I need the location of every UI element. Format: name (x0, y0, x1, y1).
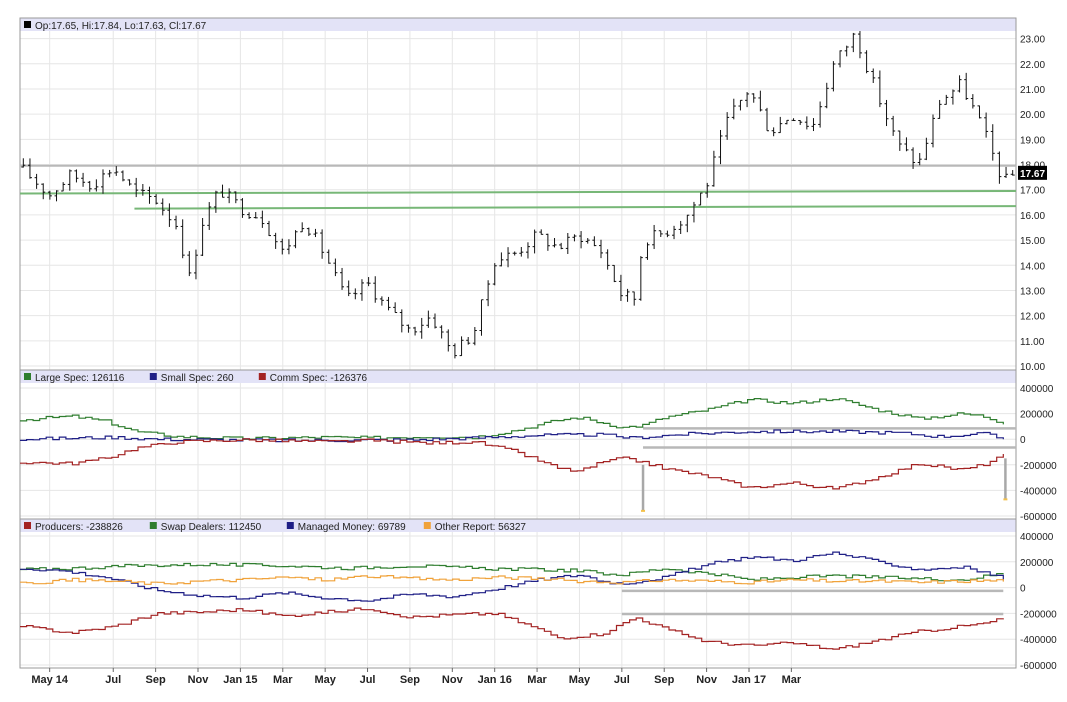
y-tick-label: 21.00 (1020, 85, 1045, 96)
x-tick-label: Mar (527, 674, 547, 686)
y-tick-label: 0 (1020, 435, 1026, 446)
y-tick-label: 16.00 (1020, 211, 1045, 222)
legend-swatch (286, 522, 294, 529)
x-tick-label: Sep (400, 674, 420, 686)
y-tick-label: -600000 (1020, 661, 1057, 672)
chart-background (0, 0, 1067, 697)
x-tick-label: Jul (614, 674, 630, 686)
y-tick-label: -200000 (1020, 461, 1057, 472)
y-tick-label: 200000 (1020, 410, 1054, 421)
x-tick-label: May (314, 674, 336, 686)
legend-swatch (423, 522, 431, 529)
y-tick-label: 13.00 (1020, 286, 1045, 297)
x-tick-label: Jul (105, 674, 121, 686)
y-tick-label: -400000 (1020, 486, 1057, 497)
chart-container: 23.0022.0021.0020.0019.0018.0017.0016.00… (0, 0, 1067, 697)
x-tick-label: Jul (360, 674, 376, 686)
y-tick-label: 400000 (1020, 384, 1054, 395)
x-tick-label: Mar (782, 674, 802, 686)
x-tick-label: Nov (696, 674, 718, 686)
price-header-swatch (24, 21, 31, 28)
y-tick-label: -400000 (1020, 635, 1057, 646)
cot-chart: 23.0022.0021.0020.0019.0018.0017.0016.00… (0, 0, 1067, 697)
y-tick-label: -600000 (1020, 512, 1057, 523)
y-tick-label: 0 (1020, 584, 1026, 595)
y-tick-label: 17.00 (1020, 186, 1045, 197)
y-tick-label: -200000 (1020, 609, 1057, 620)
y-tick-label: 22.00 (1020, 60, 1045, 71)
y-tick-label: 20.00 (1020, 110, 1045, 121)
legend-label: Managed Money: 69789 (298, 522, 406, 533)
x-tick-label: Jan 15 (223, 674, 257, 686)
y-tick-label: 10.00 (1020, 362, 1045, 373)
x-tick-label: Sep (146, 674, 166, 686)
last-value-label: 17.67 (1020, 169, 1045, 180)
legend-label: Other Report: 56327 (435, 522, 527, 533)
legend-swatch (258, 373, 266, 380)
y-tick-label: 11.00 (1020, 337, 1045, 348)
legend-label: Producers: -238826 (35, 522, 123, 533)
x-tick-label: Mar (273, 674, 293, 686)
y-tick-label: 14.00 (1020, 261, 1045, 272)
y-tick-label: 15.00 (1020, 236, 1045, 247)
legend-label: Comm Spec: -126376 (270, 373, 368, 384)
price-header-text: Op:17.65, Hi:17.84, Lo:17.63, Cl:17.67 (35, 21, 207, 32)
x-tick-label: May 14 (31, 674, 69, 686)
y-tick-label: 23.00 (1020, 35, 1045, 46)
x-tick-label: May (569, 674, 591, 686)
y-tick-label: 400000 (1020, 532, 1054, 543)
x-tick-label: Sep (654, 674, 674, 686)
legend-label: Swap Dealers: 112450 (161, 522, 262, 533)
legend-swatch (149, 373, 157, 380)
legend-swatch (149, 522, 157, 529)
x-tick-label: Jan 17 (732, 674, 766, 686)
legend-label: Large Spec: 126116 (35, 373, 125, 384)
y-tick-label: 200000 (1020, 558, 1054, 569)
x-tick-label: Jan 16 (478, 674, 512, 686)
legend-label: Small Spec: 260 (161, 373, 234, 384)
y-tick-label: 12.00 (1020, 312, 1045, 323)
legend-swatch (24, 373, 31, 380)
y-tick-label: 19.00 (1020, 135, 1045, 146)
x-tick-label: Nov (442, 674, 464, 686)
x-tick-label: Nov (188, 674, 210, 686)
legend-swatch (24, 522, 31, 529)
